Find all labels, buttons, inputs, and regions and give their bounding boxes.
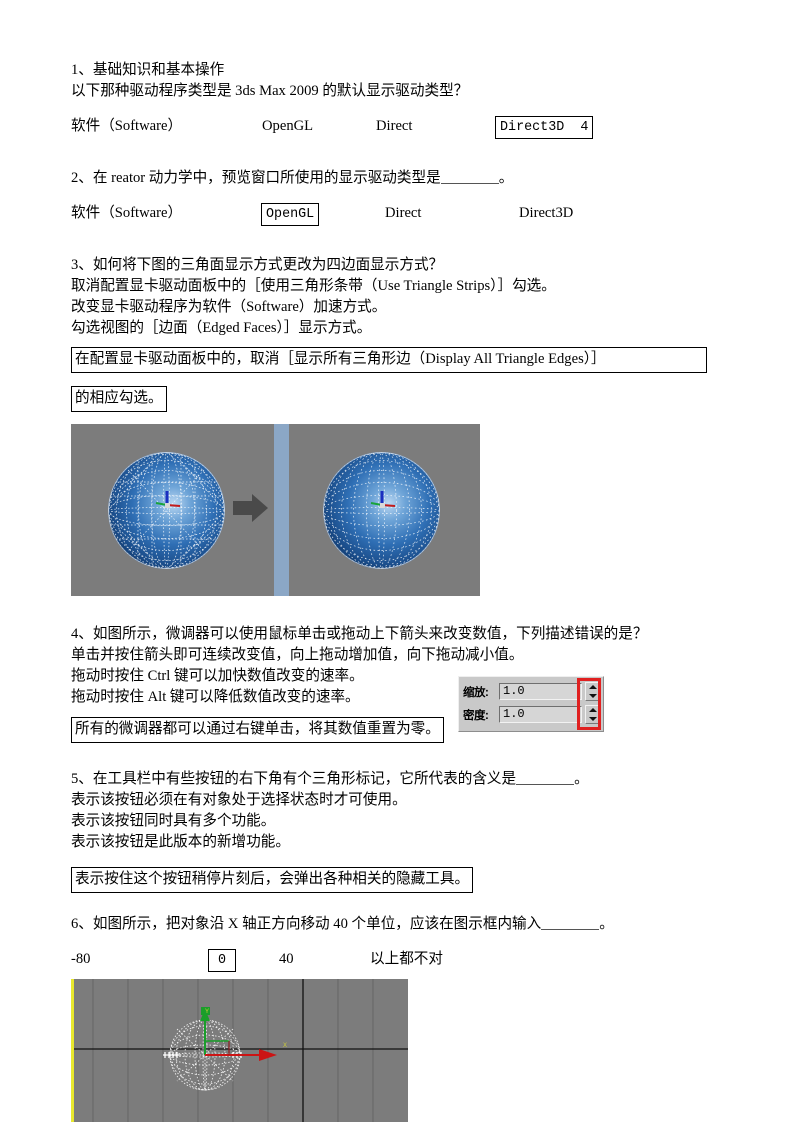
- q3-answer-line-1: 在配置显卡驱动面板中的，取消［显示所有三角形边（Display All Tria…: [71, 347, 707, 373]
- q4-prompt: 4、如图所示，微调器可以使用鼠标单击或拖动上下箭头来改变数值，下列描述错误的是？: [71, 626, 648, 642]
- arrow-up-icon[interactable]: [588, 685, 597, 690]
- spinner-value-density[interactable]: 1.0: [499, 706, 582, 723]
- figure-spinner-widget: 缩放: 1.0 密度: 1.0: [458, 676, 604, 732]
- q3-choice-a[interactable]: 取消配置显卡驱动面板中的［使用三角形条带（Use Triangle Strips…: [71, 276, 707, 297]
- q3-prompt: 3、如何将下图的三角面显示方式更改为四边面显示方式？: [71, 257, 444, 273]
- q1-options: 软件（Software） OpenGL Direct Direct3D 4: [71, 114, 707, 139]
- q5-answer: 表示按住这个按钮稍停片刻后，会弹出各种相关的隐藏工具。: [71, 867, 474, 893]
- spinner-arrows-scale[interactable]: [585, 682, 600, 701]
- q4-answer: 所有的微调器都可以通过右键单击，将其数值重置为零。: [71, 717, 444, 743]
- q3-choice-b[interactable]: 改变显卡驱动程序为软件（Software）加速方式。: [71, 297, 707, 318]
- q2-options: 软件（Software） OpenGL Direct Direct3D: [71, 201, 707, 226]
- q2-option-b[interactable]: OpenGL: [261, 201, 320, 226]
- q1-option-b[interactable]: OpenGL: [262, 114, 313, 138]
- question-5: 5、在工具栏中有些按钮的右下角有个三角形标记，它所代表的含义是。 表示该按钮必须…: [71, 769, 707, 893]
- figure-triangle-vs-quad-display: [71, 424, 480, 596]
- q5-choice-a[interactable]: 表示该按钮必须在有对象处于选择状态时才可使用。: [71, 790, 707, 811]
- q3-choice-c[interactable]: 勾选视图的［边面（Edged Faces）］显示方式。: [71, 318, 707, 339]
- arrow-up-icon[interactable]: [588, 708, 597, 713]
- q5-blank[interactable]: [516, 770, 575, 785]
- q2-blank[interactable]: [440, 169, 499, 184]
- q1-heading: 1、基础知识和基本操作: [71, 62, 225, 78]
- q5-prompt: 5、在工具栏中有些按钮的右下角有个三角形标记，它所代表的含义是。: [71, 770, 589, 787]
- q6-prompt: 6、如图所示，把对象沿 X 轴正方向移动 40 个单位，应该在图示框内输入。: [71, 915, 614, 932]
- q6-option-c[interactable]: 40: [279, 947, 294, 971]
- arrow-right-icon: [233, 494, 268, 522]
- transform-gizmo-icon: [370, 491, 395, 509]
- svg-text:X: X: [283, 1043, 287, 1049]
- question-2: 2、在 reator 动力学中，预览窗口所使用的显示驱动类型是。 软件（Soft…: [71, 168, 707, 226]
- q4-choice-b[interactable]: 拖动时按住 Ctrl 键可以加快数值改变的速率。: [71, 666, 707, 687]
- q2-option-a[interactable]: 软件（Software）: [71, 201, 182, 225]
- spinner-label-density: 密度:: [463, 709, 489, 722]
- arrow-down-icon[interactable]: [588, 716, 597, 721]
- q2-option-c[interactable]: Direct: [385, 201, 421, 225]
- q3-answer-line-2: 的相应勾选。: [71, 386, 167, 412]
- q6-option-b[interactable]: 0: [208, 947, 237, 972]
- q1-option-c[interactable]: Direct: [376, 114, 412, 138]
- spinner-row-density: 密度: 1.0: [463, 703, 600, 726]
- document-body: 1、基础知识和基本操作 以下那种驱动程序类型是 3ds Max 2009 的默认…: [71, 60, 707, 412]
- transform-gizmo-icon: [155, 491, 180, 509]
- q4-choice-a[interactable]: 单击并按住箭头即可连续改变值，向上拖动增加值，向下拖动减小值。: [71, 645, 707, 666]
- sphere-quad-mesh: [323, 452, 440, 569]
- q2-prompt: 2、在 reator 动力学中，预览窗口所使用的显示驱动类型是。: [71, 169, 514, 186]
- spinner-row-scale: 缩放: 1.0: [463, 680, 600, 703]
- question-6: 6、如图所示，把对象沿 X 轴正方向移动 40 个单位，应该在图示框内输入。 -…: [71, 914, 707, 972]
- q2-option-d[interactable]: Direct3D: [519, 201, 573, 225]
- q6-option-d[interactable]: 以上都不对: [370, 947, 443, 971]
- svg-text:Y: Y: [205, 1009, 209, 1015]
- q6-options: -80 0 40 以上都不对: [71, 947, 707, 972]
- figure-max-front-viewport: Y X: [71, 979, 408, 1122]
- q6-option-a[interactable]: -80: [71, 947, 90, 971]
- q4-choice-c[interactable]: 拖动时按住 Alt 键可以降低数值改变的速率。: [71, 687, 707, 708]
- spinner-value-scale[interactable]: 1.0: [499, 683, 582, 700]
- q1-option-d[interactable]: Direct3D 4: [495, 114, 594, 139]
- question-1: 1、基础知识和基本操作 以下那种驱动程序类型是 3ds Max 2009 的默认…: [71, 60, 707, 139]
- spinner-arrows-density[interactable]: [585, 705, 600, 724]
- q1-option-a[interactable]: 软件（Software）: [71, 114, 182, 138]
- viewport-active-border: [71, 979, 74, 1122]
- q5-choice-b[interactable]: 表示该按钮同时具有多个功能。: [71, 811, 707, 832]
- question-4: 4、如图所示，微调器可以使用鼠标单击或拖动上下箭头来改变数值，下列描述错误的是？…: [71, 624, 707, 743]
- q6-blank[interactable]: [541, 915, 600, 930]
- spinner-label-scale: 缩放:: [463, 686, 489, 699]
- arrow-down-icon[interactable]: [588, 693, 597, 698]
- figure-divider: [274, 424, 289, 596]
- sphere-triangle-mesh: [108, 452, 225, 569]
- q1-prompt: 以下那种驱动程序类型是 3ds Max 2009 的默认显示驱动类型？: [71, 83, 469, 99]
- viewport-selected-sphere[interactable]: Y X: [159, 1007, 299, 1102]
- q5-choice-c[interactable]: 表示该按钮是此版本的新增功能。: [71, 832, 707, 853]
- question-3: 3、如何将下图的三角面显示方式更改为四边面显示方式？ 取消配置显卡驱动面板中的［…: [71, 255, 707, 412]
- page-canvas: 1、基础知识和基本操作 以下那种驱动程序类型是 3ds Max 2009 的默认…: [0, 0, 793, 1122]
